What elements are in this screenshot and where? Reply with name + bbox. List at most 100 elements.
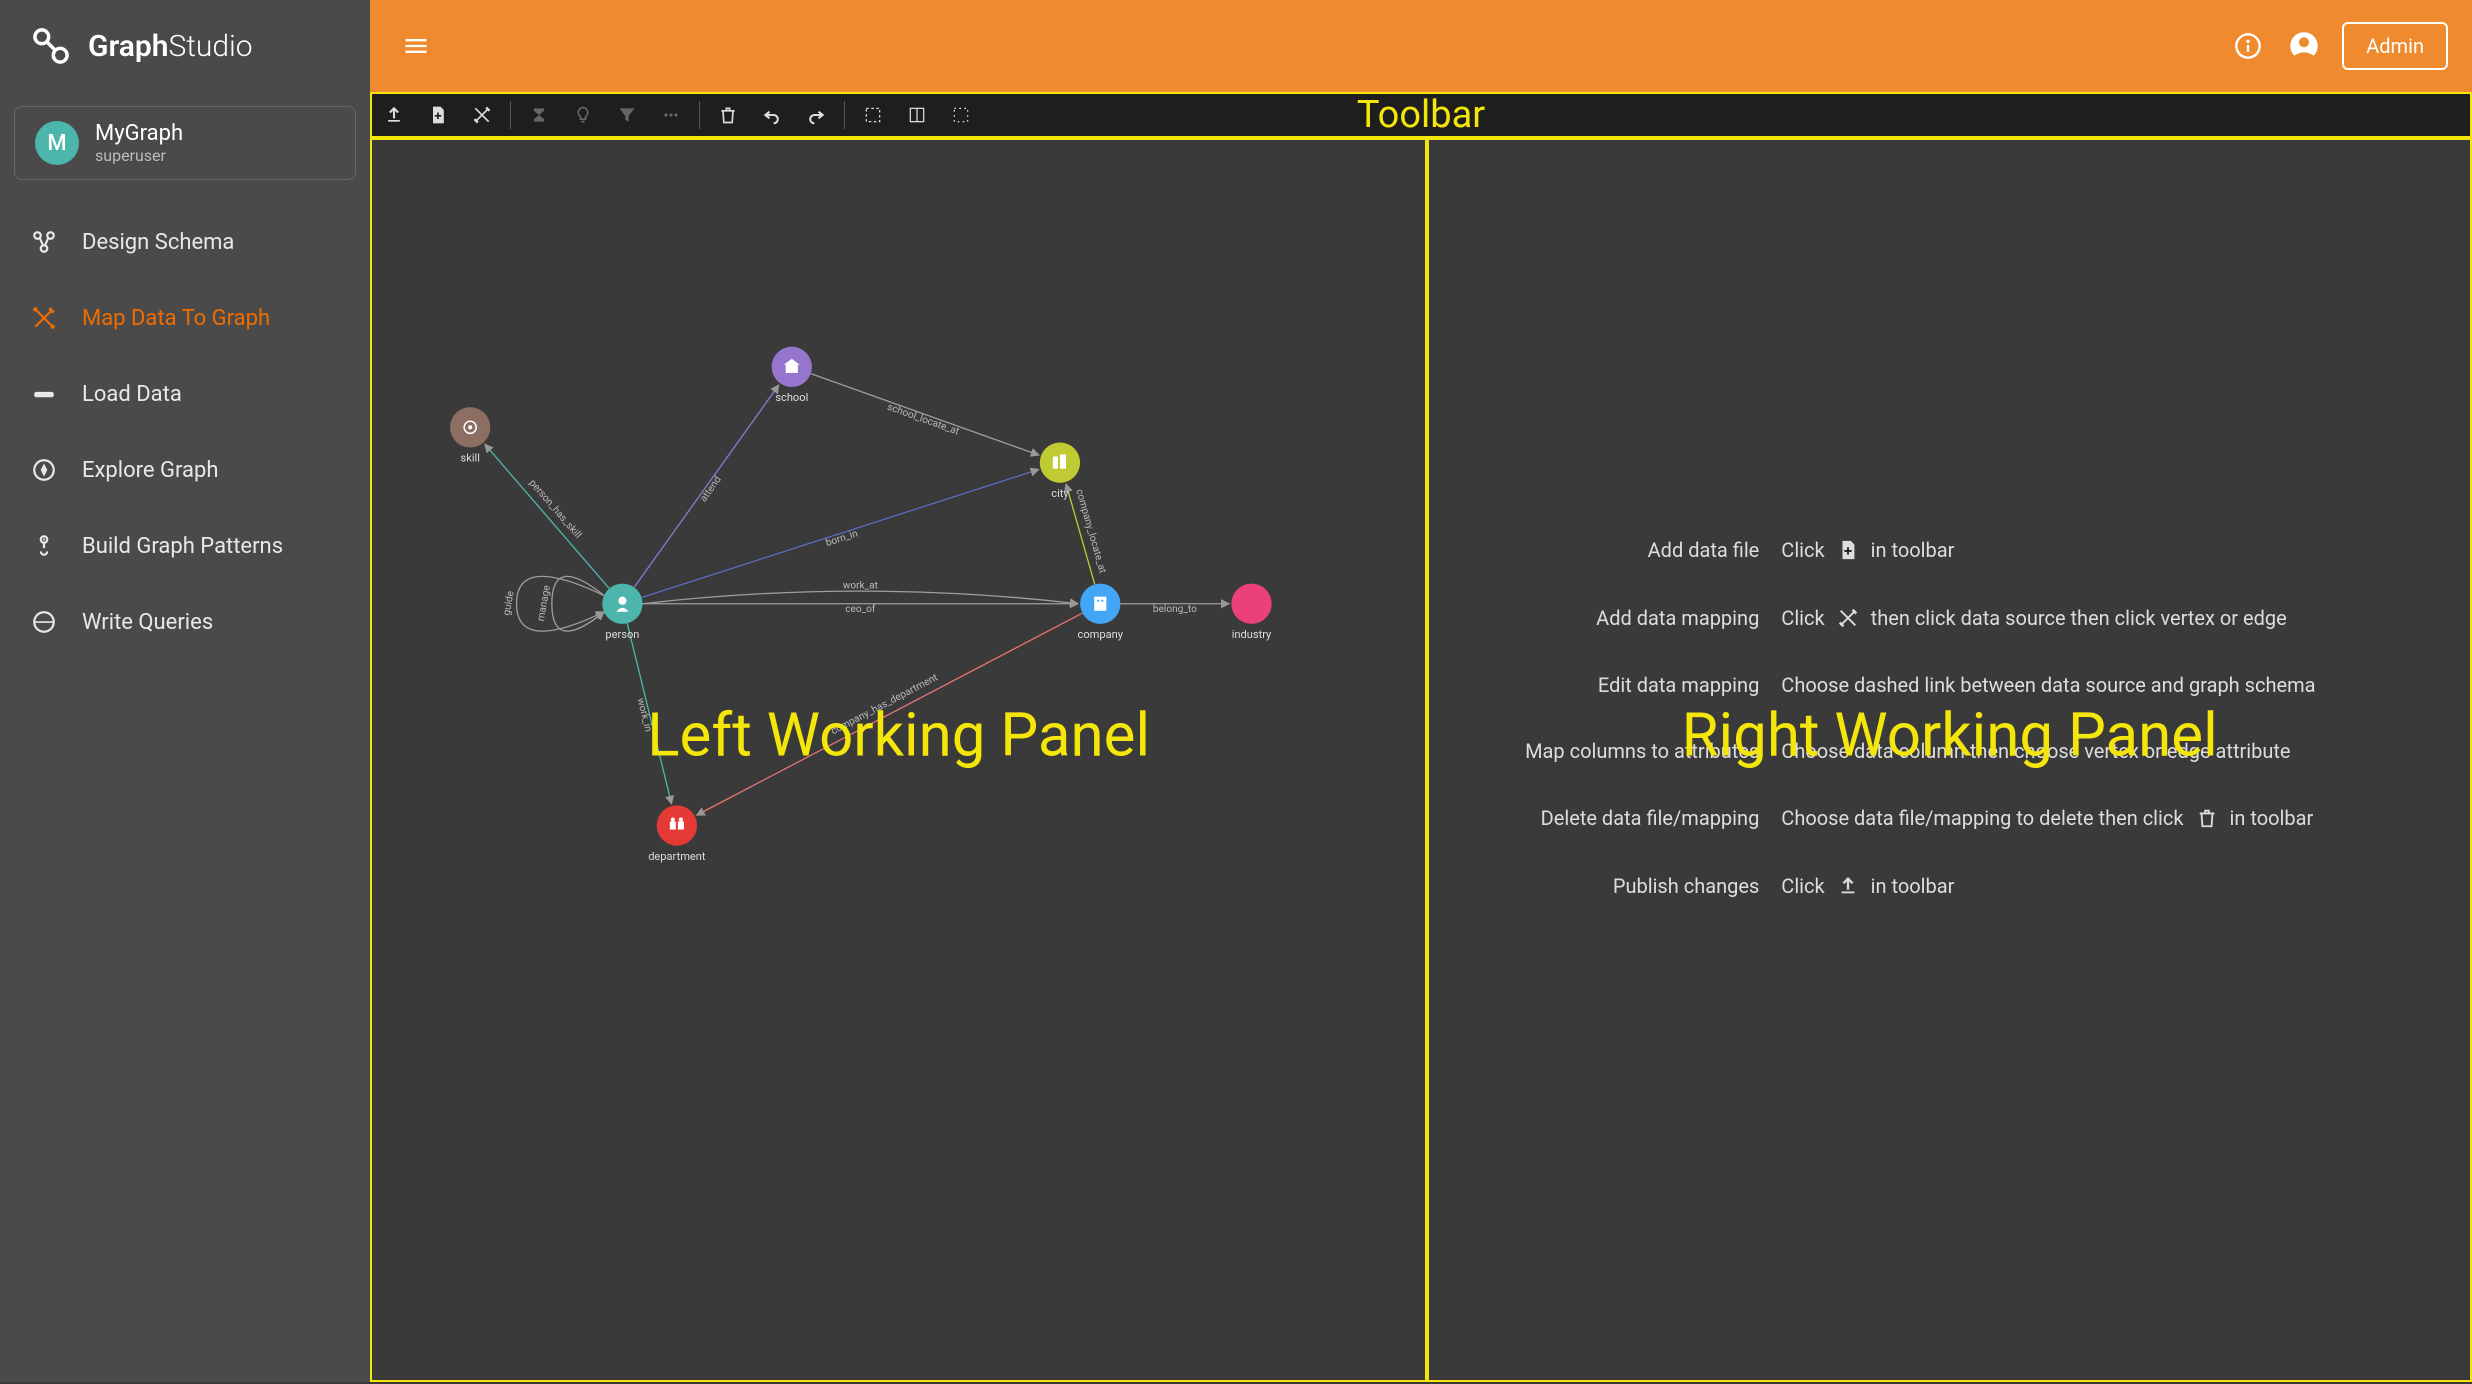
help-row-5: Publish changes Clickin toolbar xyxy=(1469,873,2430,899)
node-industry[interactable]: industry xyxy=(1231,584,1272,641)
queries-icon xyxy=(30,608,58,636)
toolbar-sigma-button xyxy=(517,94,561,136)
load-data-icon xyxy=(30,380,58,408)
toolbar: Toolbar xyxy=(370,92,2472,138)
svg-text:skill: skill xyxy=(460,452,479,465)
publish-icon xyxy=(1835,873,1861,899)
toolbar-bulb-button xyxy=(561,94,605,136)
help-key: Map columns to attributes xyxy=(1469,739,1759,763)
hamburger-menu[interactable] xyxy=(394,24,438,68)
edge-guide[interactable] xyxy=(517,576,605,631)
toolbar-separator xyxy=(510,101,511,129)
help-row-0: Add data file Clickin toolbar xyxy=(1469,537,2430,563)
svg-text:department: department xyxy=(648,850,706,863)
toolbar-add-file-button[interactable] xyxy=(416,94,460,136)
toolbar-select-split-button[interactable] xyxy=(895,94,939,136)
help-row-3: Map columns to attributes Choose data col… xyxy=(1469,739,2430,763)
brand-logo[interactable]: GraphStudio xyxy=(0,0,370,92)
help-row-1: Add data mappingClickthen click data sou… xyxy=(1469,605,2430,631)
toolbar-more-button xyxy=(649,94,693,136)
edge-label-belong_to: belong_to xyxy=(1153,604,1197,615)
help-key: Add data file xyxy=(1469,538,1759,562)
nav-item-patterns[interactable]: Build Graph Patterns xyxy=(0,508,370,584)
toolbar-separator xyxy=(699,101,700,129)
edge-label-ceo_of: ceo_of xyxy=(845,603,876,615)
help-value: Clickin toolbar xyxy=(1781,537,1954,563)
help-row-4: Delete data file/mapping Choose data file… xyxy=(1469,805,2430,831)
help-key: Add data mapping xyxy=(1469,606,1759,630)
toolbar-publish-button[interactable] xyxy=(372,94,416,136)
svg-text:person: person xyxy=(605,628,639,641)
nav-item-load-data[interactable]: Load Data xyxy=(0,356,370,432)
right-working-panel[interactable]: Right Working Panel Add data fileClickin… xyxy=(1427,138,2472,1382)
edge-label-manage: manage xyxy=(536,584,553,622)
logo-icon xyxy=(28,23,74,69)
nav-item-map-data[interactable]: Map Data To Graph xyxy=(0,280,370,356)
help-row-2: Edit data mappingChoose dashed link betw… xyxy=(1469,673,2430,697)
trash-icon xyxy=(2194,805,2220,831)
toolbar-select-free-button[interactable] xyxy=(939,94,983,136)
svg-text:city: city xyxy=(1051,487,1069,500)
left-working-panel[interactable]: Left Working Panel person_has_skillatten… xyxy=(370,138,1427,1382)
help-key: Edit data mapping xyxy=(1469,673,1759,697)
toolbar-separator xyxy=(844,101,845,129)
nav-label: Design Schema xyxy=(82,230,234,255)
account-icon[interactable] xyxy=(2286,28,2322,64)
nav-label: Map Data To Graph xyxy=(82,306,270,331)
top-header: Admin xyxy=(370,0,2472,92)
info-icon[interactable] xyxy=(2230,28,2266,64)
svg-text:industry: industry xyxy=(1232,628,1272,641)
main-nav: Design Schema Map Data To Graph Load Data E… xyxy=(0,194,370,660)
edge-label-school_locate_at: school_locate_at xyxy=(886,402,961,438)
node-person[interactable]: person xyxy=(602,584,642,641)
map-data-icon xyxy=(30,304,58,332)
node-skill[interactable]: skill xyxy=(450,407,490,464)
nav-label: Build Graph Patterns xyxy=(82,534,283,559)
edge-label-attend: attend xyxy=(698,474,724,504)
edge-label-guide: guide xyxy=(502,590,517,616)
nav-label: Explore Graph xyxy=(82,458,219,483)
help-value: Choose data file/mapping to delete then … xyxy=(1781,805,2313,831)
nav-item-explore[interactable]: Explore Graph xyxy=(0,432,370,508)
help-value: Clickin toolbar xyxy=(1781,873,1954,899)
edge-label-born_in: born_in xyxy=(825,528,860,549)
graph-role: superuser xyxy=(95,146,183,165)
toolbar-redo-button[interactable] xyxy=(794,94,838,136)
help-key: Publish changes xyxy=(1469,874,1759,898)
edge-label-company_has_department: company_has_department xyxy=(829,672,939,737)
admin-button[interactable]: Admin xyxy=(2342,22,2448,70)
add-mapping-icon xyxy=(1835,605,1861,631)
toolbar-select-dotted-button[interactable] xyxy=(851,94,895,136)
help-list: Add data file Clickin toolbar Add data map… xyxy=(1429,537,2470,899)
graph-canvas[interactable]: person_has_skill attend school_locate_atbo… xyxy=(372,140,1425,1380)
toolbar-trash-button[interactable] xyxy=(706,94,750,136)
edge-company_has_department[interactable] xyxy=(697,613,1083,815)
node-school[interactable]: school xyxy=(772,347,812,404)
graph-selector[interactable]: M MyGraph superuser xyxy=(14,106,356,180)
nav-label: Load Data xyxy=(82,382,182,407)
help-value: Choose data column then choose vertex or… xyxy=(1781,739,2290,763)
nav-item-schema[interactable]: Design Schema xyxy=(0,204,370,280)
svg-text:company: company xyxy=(1078,628,1124,641)
toolbar-annotation: Toolbar xyxy=(1357,93,1485,137)
edge-label-person_has_skill: person_has_skill xyxy=(527,478,584,541)
nav-item-queries[interactable]: Write Queries xyxy=(0,584,370,660)
toolbar-filter-button xyxy=(605,94,649,136)
edge-label-company_locate_at: company_locate_at xyxy=(1073,488,1107,574)
brand-text: GraphStudio xyxy=(88,29,253,64)
toolbar-add-mapping-button[interactable] xyxy=(460,94,504,136)
help-key: Delete data file/mapping xyxy=(1469,806,1759,830)
edge-label-work_at: work_at xyxy=(843,581,878,592)
graph-avatar: M xyxy=(35,121,79,165)
edge-work_at[interactable] xyxy=(643,591,1079,604)
edge-person_has_skill[interactable] xyxy=(485,444,610,588)
graph-name: MyGraph xyxy=(95,121,183,146)
node-department[interactable]: department xyxy=(648,805,706,862)
toolbar-undo-button[interactable] xyxy=(750,94,794,136)
patterns-icon xyxy=(30,532,58,560)
explore-icon xyxy=(30,456,58,484)
sidebar: GraphStudio M MyGraph superuser Design S… xyxy=(0,0,370,1382)
schema-icon xyxy=(30,228,58,256)
node-company[interactable]: company xyxy=(1078,584,1124,641)
add-file-icon xyxy=(1835,537,1861,563)
